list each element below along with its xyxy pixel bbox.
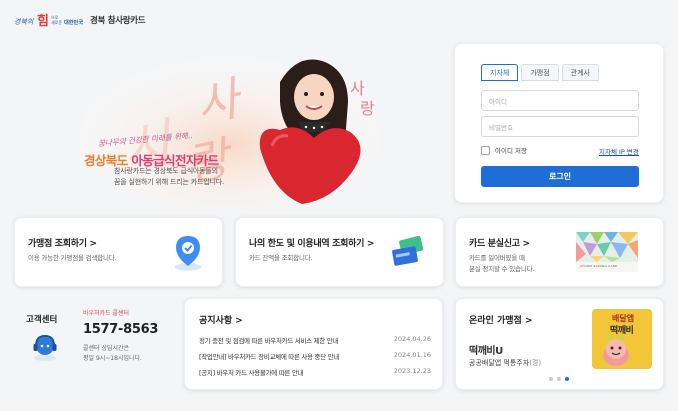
notice-text[interactable]: [작업안내] 바우처카드 장비교체에 따른 사용 중단 안내	[199, 351, 339, 361]
tab-affiliate[interactable]: 관계사	[561, 64, 599, 81]
tab-municipality[interactable]: 지자체	[481, 64, 519, 81]
notice-panel: 공지사항 > 정기 충전 및 점검에 따른 바우처카드 서비스 제한 안내 20…	[184, 298, 443, 390]
map-pin-icon	[175, 236, 201, 271]
lost-report-desc: 카드를 잃어버렸을 때 분실 정지할 수 있습니다.	[469, 253, 534, 275]
remember-id[interactable]: 아이디 저장	[481, 145, 527, 155]
notice-item[interactable]: [공지] 바우처 카드 사용불가에 따른 안내 2023.12.23	[199, 367, 431, 377]
header: 경북의 힘 으로 새로운 대한민국 경북 참사랑카드	[0, 0, 678, 40]
card-image-text: CHARM SARANG CARD	[580, 264, 618, 268]
svg-text:힘: 힘	[37, 13, 49, 29]
hours-line: 평일 9시~18시입니다.	[83, 355, 142, 362]
store-search-title[interactable]: 가맹점 조회하기 >	[28, 236, 97, 249]
limit-history-desc: 카드 잔액을 조회합니다.	[249, 254, 313, 262]
thumbnail-text-2: 떡깨비	[610, 326, 634, 336]
callcenter-hours: 콜센터 상담시간은 평일 9시~18시입니다.	[83, 344, 142, 364]
customer-center-label: 고객센터	[26, 315, 58, 325]
notice-item[interactable]: 정기 충전 및 점검에 따른 바우처카드 서비스 제한 안내 2024.04.2…	[199, 335, 431, 345]
hours-line: 콜센터 상담시간은	[83, 345, 130, 352]
callcenter-sub: 바우처카드 콜센터	[83, 310, 130, 317]
headset-icon	[33, 334, 57, 361]
site-title[interactable]: 경북 참사랑카드	[90, 14, 146, 26]
login-panel: 지자체 가맹점 관계사 아이디 비밀번호 아이디 저장 지자체 IP 변경 로그…	[454, 43, 664, 203]
customer-center: 고객센터 바우처카드 콜센터 1577-8563 콜센터 상담시간은 평일 9시…	[14, 298, 173, 390]
online-store-name[interactable]: 떡깨비U	[469, 342, 503, 357]
id-input[interactable]: 아이디	[481, 90, 639, 111]
online-store-title[interactable]: 온라인 가맹점 >	[469, 313, 533, 326]
carousel-dot[interactable]	[557, 377, 561, 381]
notice-date: 2024.01.16	[393, 351, 431, 359]
carousel-dot-active[interactable]	[565, 377, 569, 381]
callcenter-phone[interactable]: 1577-8563	[83, 322, 158, 337]
lost-report-title[interactable]: 카드 분실신고 >	[469, 236, 530, 249]
banner-description: 참사랑카드는 경상북도 급식아동들의 꿈을 실현하기 위해 드리는 카드입니다.	[114, 166, 224, 188]
store-search-desc: 이용 가능한 가맹점을 검색합니다.	[28, 254, 117, 262]
svg-text:새로운: 새로운	[51, 19, 62, 25]
cards-icon	[392, 235, 424, 266]
login-button[interactable]: 로그인	[481, 166, 639, 187]
svg-text:경북의: 경북의	[14, 18, 34, 26]
remember-label: 아이디 저장	[495, 147, 527, 155]
banner-desc-line: 참사랑카드는 경상북도 급식아동들의	[114, 167, 218, 175]
notice-title[interactable]: 공지사항 >	[199, 313, 243, 326]
limit-history-title[interactable]: 나의 한도 및 이용내역 조회하기 >	[249, 236, 374, 249]
ip-change-link[interactable]: 지자체 IP 변경	[599, 146, 639, 156]
password-input[interactable]: 비밀번호	[481, 116, 639, 137]
notice-text[interactable]: [공지] 바우처 카드 사용불가에 따른 안내	[199, 367, 303, 377]
banner-desc-line: 꿈을 실현하기 위해 드리는 카드입니다.	[114, 178, 224, 186]
notice-date: 2023.12.23	[393, 367, 431, 375]
login-tabs: 지자체 가맹점 관계사	[481, 64, 599, 81]
banner-illustration: 사 랑 시 사 랑	[80, 57, 380, 210]
svg-text:사: 사	[350, 79, 365, 98]
notice-text[interactable]: 정기 충전 및 점검에 따른 바우처카드 서비스 제한 안내	[199, 335, 338, 345]
store-search-card[interactable]: 가맹점 조회하기 > 이용 가능한 가맹점을 검색합니다.	[14, 217, 223, 287]
lost-desc-line: 카드를 잃어버렸을 때	[469, 254, 525, 262]
main-banner: 사 랑 시 사 랑 꿈나무의 건강한 미래를 위해.. 경상북도 아동급식전자카…	[40, 42, 440, 210]
carousel-dot[interactable]	[549, 377, 553, 381]
card-lost-report-card[interactable]: 카드 분실신고 > 카드를 잃어버렸을 때 분실 정지할 수 있습니다. CHA…	[455, 217, 664, 287]
lost-desc-line: 분실 정지할 수 있습니다.	[469, 265, 535, 273]
online-store-desc-tail: (경)	[529, 359, 542, 367]
online-store-desc: 공공배달앱 먹통주자(경)	[469, 358, 541, 368]
svg-text:대한민국: 대한민국	[64, 18, 83, 26]
tab-merchant[interactable]: 가맹점	[521, 64, 559, 81]
notice-item[interactable]: [작업안내] 바우처카드 장비교체에 따른 사용 중단 안내 2024.01.1…	[199, 351, 431, 361]
remember-checkbox[interactable]	[481, 145, 490, 155]
notice-date: 2024.04.26	[393, 335, 431, 343]
svg-text:랑: 랑	[360, 99, 375, 118]
gyeongbuk-logo[interactable]: 경북의 힘 으로 새로운 대한민국	[14, 10, 86, 30]
online-store-desc-text: 공공배달앱 먹통주자	[469, 359, 530, 367]
limit-history-card[interactable]: 나의 한도 및 이용내역 조회하기 > 카드 잔액을 조회합니다.	[235, 217, 444, 287]
online-store-panel: 온라인 가맹점 > 떡깨비U 공공배달앱 먹통주자(경) 배달앱 떡깨비	[455, 298, 664, 390]
